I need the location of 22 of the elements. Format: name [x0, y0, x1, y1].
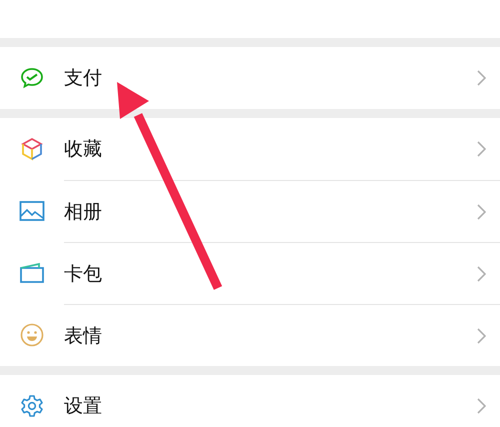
- chevron-right-icon: [477, 70, 486, 86]
- menu-item[interactable]: 收藏: [0, 118, 500, 180]
- menu-label: 表情: [64, 324, 102, 348]
- menu-label: 支付: [64, 66, 102, 91]
- chevron-right-icon: [477, 204, 486, 220]
- settings-icon: [20, 394, 44, 418]
- chevron-right-icon: [477, 328, 486, 344]
- smiley-icon: [20, 323, 44, 347]
- chat-bubble-check-icon: [20, 67, 44, 89]
- menu-label: 相册: [64, 200, 102, 224]
- chevron-right-icon: [477, 141, 486, 157]
- wallet-icon: [19, 262, 45, 284]
- menu-item[interactable]: 支付: [0, 47, 500, 109]
- menu-label: 收藏: [64, 137, 102, 162]
- chevron-right-icon: [477, 266, 486, 282]
- menu-label: 卡包: [64, 262, 102, 286]
- image-icon: [19, 200, 45, 222]
- cube-icon: [20, 137, 44, 161]
- menu-item[interactable]: 设置: [0, 375, 500, 427]
- menu-label: 设置: [64, 394, 102, 419]
- chevron-right-icon: [477, 398, 486, 414]
- menu-item[interactable]: 表情: [0, 304, 500, 366]
